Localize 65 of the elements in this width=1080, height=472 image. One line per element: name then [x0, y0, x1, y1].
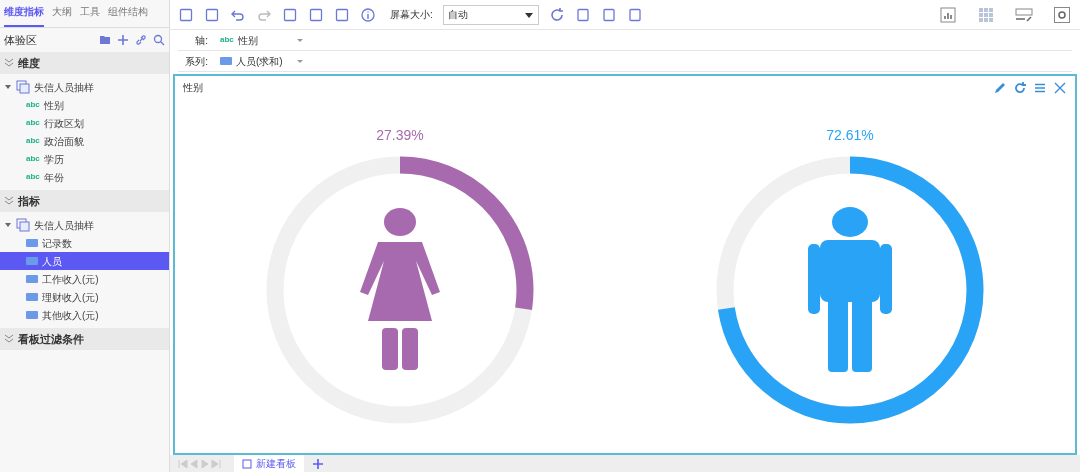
- close-icon[interactable]: [1053, 80, 1067, 95]
- table-icon: [16, 80, 30, 94]
- panel-title: 性别: [183, 81, 203, 95]
- male-figure-icon: [808, 207, 892, 372]
- table-icon: [16, 218, 30, 232]
- number-field-icon: [26, 274, 38, 284]
- field-item[interactable]: abc 年份: [0, 168, 169, 186]
- sidebar-tab[interactable]: 工具: [80, 4, 100, 27]
- board-icon: [242, 458, 252, 469]
- field-item[interactable]: 其他收入(元): [0, 306, 169, 324]
- field-item[interactable]: abc 性别: [0, 96, 169, 114]
- percentage-label: 72.61%: [826, 126, 874, 145]
- search-icon[interactable]: [153, 34, 165, 46]
- number-field-icon: [26, 238, 38, 248]
- field-item[interactable]: abc 行政区划: [0, 114, 169, 132]
- dropdown-caret-icon: [296, 57, 304, 65]
- field-item[interactable]: abc 学历: [0, 150, 169, 168]
- settings-icon[interactable]: [1052, 4, 1072, 25]
- folder-icon[interactable]: [99, 34, 111, 46]
- field-item[interactable]: 理财收入(元): [0, 288, 169, 306]
- binding-label: 轴:: [194, 33, 208, 48]
- tree-node-label[interactable]: 失信人员抽样: [34, 217, 94, 233]
- section-header[interactable]: 指标: [0, 190, 169, 212]
- screen-size-label: 屏幕大小:: [390, 8, 433, 22]
- chevron-icon: [4, 334, 14, 344]
- pencil-icon[interactable]: [993, 80, 1007, 95]
- section-header[interactable]: 看板过滤条件: [0, 328, 169, 350]
- section-header[interactable]: 维度: [0, 52, 169, 74]
- number-field-icon: [26, 310, 38, 320]
- bar-chart-icon[interactable]: [938, 4, 958, 25]
- type-tag: abc: [26, 171, 40, 183]
- expand-arrow-icon[interactable]: [4, 83, 12, 91]
- type-tag: abc: [26, 99, 40, 111]
- sidebar-tab[interactable]: 大纲: [52, 4, 72, 27]
- area-title: 体验区: [4, 32, 37, 48]
- field-item[interactable]: 人员: [0, 252, 169, 270]
- board-tab[interactable]: 新建看板: [234, 455, 304, 472]
- sidebar-tab[interactable]: 组件结构: [108, 4, 148, 27]
- female-figure-icon: [360, 208, 440, 370]
- refresh-icon[interactable]: [548, 6, 565, 23]
- binding-field[interactable]: abc 性别: [220, 32, 304, 48]
- sidebar-tab[interactable]: 维度指标: [4, 4, 44, 27]
- plus-icon[interactable]: [312, 457, 324, 470]
- binding-field[interactable]: 人员(求和): [220, 53, 304, 69]
- field-item[interactable]: abc 政治面貌: [0, 132, 169, 150]
- field-item[interactable]: 工作收入(元): [0, 270, 169, 288]
- tree-node-label[interactable]: 失信人员抽样: [34, 79, 94, 95]
- plus-icon[interactable]: [117, 34, 129, 46]
- screen-size-select[interactable]: 自动: [442, 4, 539, 25]
- type-tag: abc: [220, 34, 234, 46]
- percentage-label: 27.39%: [376, 126, 424, 145]
- chevron-icon: [4, 58, 14, 68]
- binding-label: 系列:: [184, 54, 208, 69]
- field-item[interactable]: 记录数: [0, 234, 169, 252]
- refresh-icon[interactable]: [1013, 80, 1027, 95]
- number-field-icon: [26, 292, 38, 302]
- chevron-icon: [4, 196, 14, 206]
- info-icon[interactable]: [360, 6, 376, 23]
- number-field-icon: [26, 256, 38, 266]
- type-tag: abc: [26, 135, 40, 147]
- dropdown-caret-icon: [296, 36, 304, 44]
- type-tag: abc: [26, 153, 40, 165]
- expand-arrow-icon[interactable]: [4, 221, 12, 229]
- number-field-icon: [220, 56, 232, 66]
- type-tag: abc: [26, 117, 40, 129]
